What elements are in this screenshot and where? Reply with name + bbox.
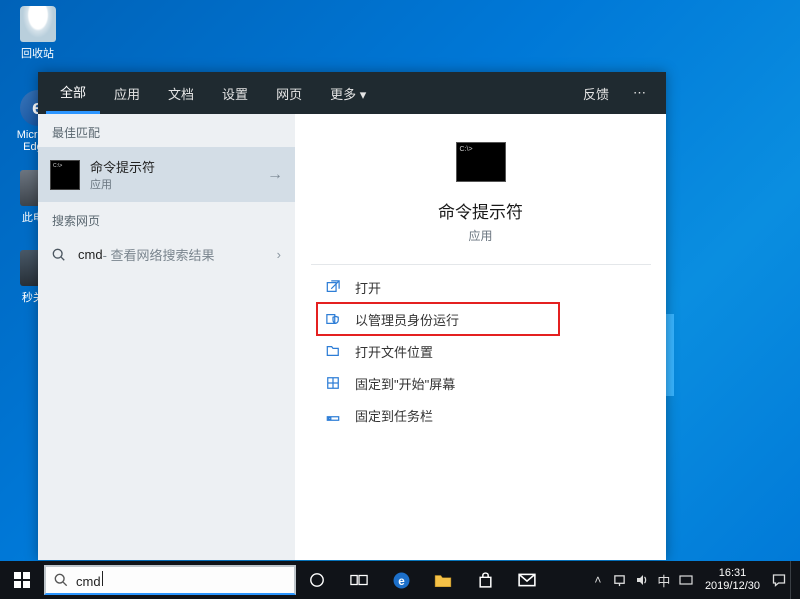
search-results-left: 最佳匹配 命令提示符 应用 → 搜索网页 cmd - 查看网络搜索结果 <box>38 114 295 560</box>
cmd-large-icon <box>456 142 506 182</box>
preview-subtitle: 应用 <box>468 227 492 244</box>
tab-all[interactable]: 全部 <box>46 72 100 114</box>
search-icon <box>52 248 68 262</box>
tab-settings[interactable]: 设置 <box>208 72 262 114</box>
pin-taskbar-icon <box>325 407 341 423</box>
action-label: 固定到"开始"屏幕 <box>355 374 455 393</box>
tray-network-icon[interactable] <box>609 561 631 599</box>
arrow-right-icon[interactable]: → <box>267 166 283 184</box>
action-run-as-admin[interactable]: 以管理员身份运行 <box>317 303 559 335</box>
tray-ime-indicator[interactable]: 中 <box>653 561 675 599</box>
taskbar-app-store[interactable] <box>464 561 506 599</box>
taskbar-app-file-explorer[interactable] <box>422 561 464 599</box>
desktop-icon-recycle-bin[interactable]: 回收站 <box>10 6 65 61</box>
desktop-icon-label: 回收站 <box>10 45 65 61</box>
text-cursor <box>102 571 103 586</box>
action-label: 以管理员身份运行 <box>355 310 459 329</box>
start-search-panel: 全部 应用 文档 设置 网页 更多 ▾ 反馈 ⋯ 最佳匹配 命令提示符 应用 → <box>38 72 666 560</box>
tray-action-center-icon[interactable] <box>768 561 790 599</box>
pin-start-icon <box>325 375 341 391</box>
search-preview-right: 命令提示符 应用 打开 <box>295 114 666 560</box>
recycle-bin-icon <box>20 6 56 42</box>
action-label: 固定到任务栏 <box>355 406 433 425</box>
folder-location-icon <box>325 343 341 359</box>
chevron-right-icon: › <box>277 247 281 262</box>
cmd-icon <box>50 160 80 190</box>
feedback-link[interactable]: 反馈 <box>569 72 623 114</box>
system-tray: ˄ 中 16:31 2019/12/30 <box>587 561 800 599</box>
action-label: 打开 <box>355 278 381 297</box>
taskbar: cmd e ˄ <box>0 561 800 599</box>
search-web-section-label: 搜索网页 <box>38 202 295 235</box>
taskbar-clock[interactable]: 16:31 2019/12/30 <box>697 567 768 593</box>
best-match-title: 命令提示符 <box>90 157 155 176</box>
tab-more[interactable]: 更多 ▾ <box>316 72 380 114</box>
tab-web[interactable]: 网页 <box>262 72 316 114</box>
show-desktop-button[interactable] <box>790 561 796 599</box>
best-match-result[interactable]: 命令提示符 应用 → <box>38 147 295 202</box>
taskbar-app-edge[interactable]: e <box>380 561 422 599</box>
search-web-suffix: - 查看网络搜索结果 <box>103 245 215 264</box>
search-filter-tabs: 全部 应用 文档 设置 网页 更多 ▾ 反馈 ⋯ <box>38 72 666 114</box>
best-match-subtitle: 应用 <box>90 176 155 192</box>
desktop: 回收站 e Micros... Edg... 此电... 秒关... 全部 应用… <box>0 0 800 599</box>
svg-text:e: e <box>398 574 405 587</box>
open-icon <box>325 279 341 295</box>
tab-documents[interactable]: 文档 <box>154 72 208 114</box>
search-icon <box>54 573 68 587</box>
tab-apps[interactable]: 应用 <box>100 72 154 114</box>
search-panel-more-icon[interactable]: ⋯ <box>623 85 658 101</box>
action-pin-to-taskbar[interactable]: 固定到任务栏 <box>317 399 666 431</box>
taskbar-taskview-button[interactable] <box>338 561 380 599</box>
tray-volume-icon[interactable] <box>631 561 653 599</box>
action-open[interactable]: 打开 <box>317 271 666 303</box>
search-input-value: cmd <box>76 574 101 589</box>
divider <box>311 264 651 265</box>
shield-admin-icon <box>325 311 341 327</box>
best-match-section-label: 最佳匹配 <box>38 114 295 147</box>
search-web-query: cmd <box>78 247 103 262</box>
action-label: 打开文件位置 <box>355 342 433 361</box>
tray-ime-keyboard-icon[interactable] <box>675 561 697 599</box>
taskbar-cortana-button[interactable] <box>296 561 338 599</box>
taskbar-app-mail[interactable] <box>506 561 548 599</box>
action-pin-to-start[interactable]: 固定到"开始"屏幕 <box>317 367 666 399</box>
clock-time: 16:31 <box>705 567 760 580</box>
start-button[interactable] <box>0 561 44 599</box>
windows-logo-icon <box>14 572 30 588</box>
tray-overflow-chevron-icon[interactable]: ˄ <box>587 561 609 599</box>
preview-title: 命令提示符 <box>438 198 523 223</box>
search-web-result[interactable]: cmd - 查看网络搜索结果 › <box>38 235 295 274</box>
clock-date: 2019/12/30 <box>705 580 760 593</box>
action-open-file-location[interactable]: 打开文件位置 <box>317 335 666 367</box>
taskbar-search-box[interactable]: cmd <box>44 565 296 595</box>
